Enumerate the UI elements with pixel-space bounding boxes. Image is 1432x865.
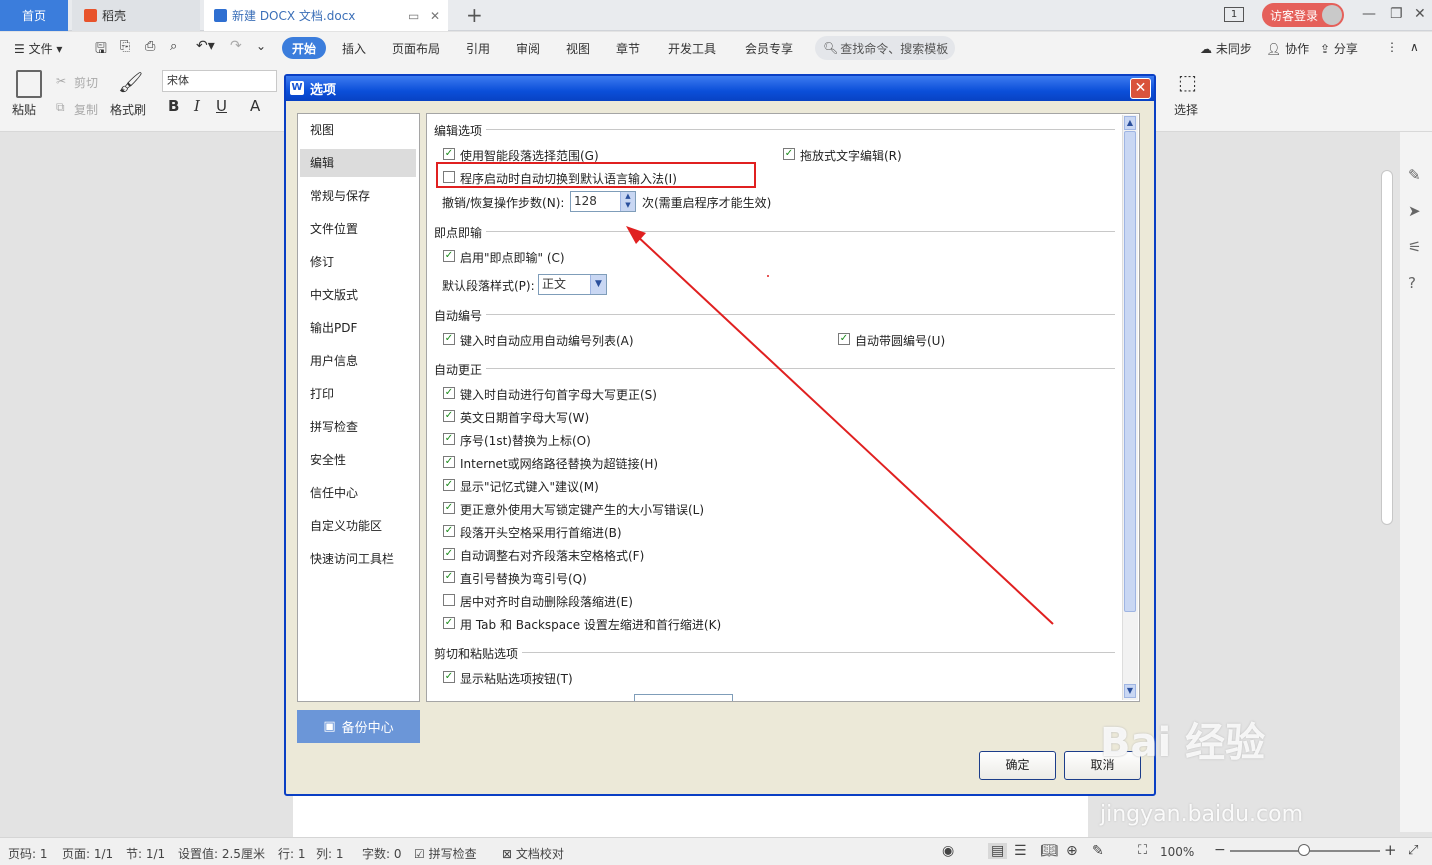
stray-dot — [767, 275, 769, 277]
ok-button[interactable]: 确定 — [979, 751, 1056, 780]
arrow-line — [635, 234, 1054, 625]
watermark-logo: Bai 经验 — [1100, 720, 1266, 766]
watermark-url: jingyan.baidu.com — [1100, 802, 1304, 827]
